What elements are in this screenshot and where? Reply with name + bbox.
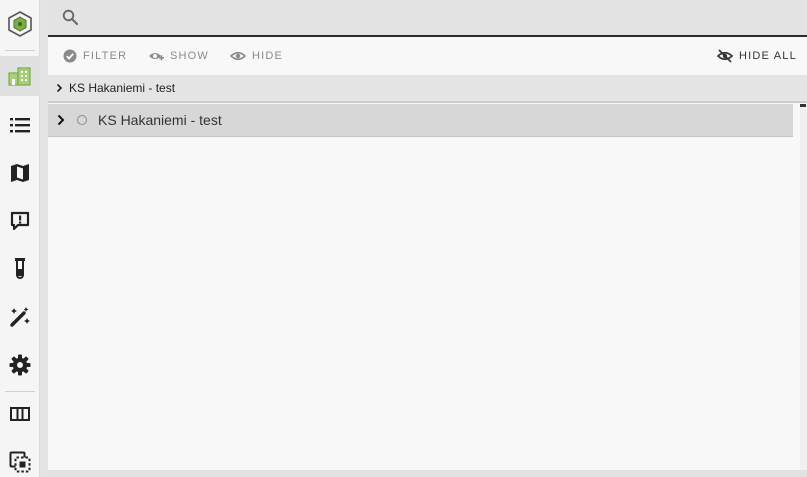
chevron-right-icon: [56, 83, 63, 93]
sidebar: [0, 0, 40, 477]
scrollbar-thumb[interactable]: [800, 104, 806, 107]
search-bar: [48, 0, 807, 37]
sidebar-item-list[interactable]: [0, 105, 40, 145]
hide-button[interactable]: HIDE: [230, 38, 283, 74]
building-icon: [8, 67, 31, 86]
magic-wand-icon: [10, 307, 30, 327]
app-logo[interactable]: [0, 4, 40, 44]
filter-button[interactable]: FILTER: [63, 38, 127, 74]
list-icon: [10, 118, 30, 133]
select-icon: [9, 451, 31, 473]
chevron-right-icon[interactable]: [57, 114, 65, 126]
search-icon: [62, 9, 78, 25]
hexagon-logo-icon: [8, 11, 32, 37]
app-window: FILTER SHOW HIDE HIDE ALL KS Hakaniemi -…: [0, 0, 807, 477]
columns-icon: [10, 407, 30, 421]
sidebar-item-map[interactable]: [0, 153, 40, 193]
hide-all-label: HIDE ALL: [739, 50, 797, 62]
gear-icon: [9, 354, 31, 376]
sidebar-item-test[interactable]: [0, 249, 40, 289]
scrollbar[interactable]: [800, 104, 807, 470]
sidebar-divider: [5, 50, 35, 51]
tree-row-label: KS Hakaniemi - test: [98, 112, 222, 128]
hide-all-button[interactable]: HIDE ALL: [717, 38, 797, 74]
main-panel: FILTER SHOW HIDE HIDE ALL KS Hakaniemi -…: [48, 0, 807, 477]
map-icon: [11, 164, 29, 182]
sidebar-divider: [5, 391, 35, 392]
sidebar-item-columns[interactable]: [0, 394, 40, 434]
sidebar-item-feedback[interactable]: [0, 201, 40, 241]
filter-label: FILTER: [83, 50, 128, 62]
tree-row[interactable]: KS Hakaniemi - test: [48, 104, 793, 137]
panel-bottom-edge: [48, 470, 807, 477]
visibility-radio[interactable]: [77, 115, 87, 125]
breadcrumb[interactable]: KS Hakaniemi - test: [48, 75, 807, 103]
check-circle-icon: [63, 49, 77, 63]
comment-alert-icon: [10, 211, 30, 231]
show-label: SHOW: [170, 50, 210, 62]
sidebar-item-settings[interactable]: [0, 345, 40, 385]
toolbar: FILTER SHOW HIDE HIDE ALL: [48, 38, 807, 74]
eye-icon: [230, 51, 246, 61]
search-input[interactable]: [88, 6, 788, 30]
eye-off-icon: [717, 49, 733, 63]
sidebar-item-tools[interactable]: [0, 297, 40, 337]
eye-plus-icon: [149, 53, 164, 61]
hide-label: HIDE: [252, 50, 284, 62]
tree-view: KS Hakaniemi - test: [48, 104, 800, 470]
breadcrumb-label: KS Hakaniemi - test: [69, 81, 176, 95]
show-button[interactable]: SHOW: [148, 38, 209, 74]
sidebar-item-buildings[interactable]: [0, 56, 40, 96]
test-tube-icon: [15, 258, 25, 279]
sidebar-item-selection[interactable]: [0, 442, 40, 477]
